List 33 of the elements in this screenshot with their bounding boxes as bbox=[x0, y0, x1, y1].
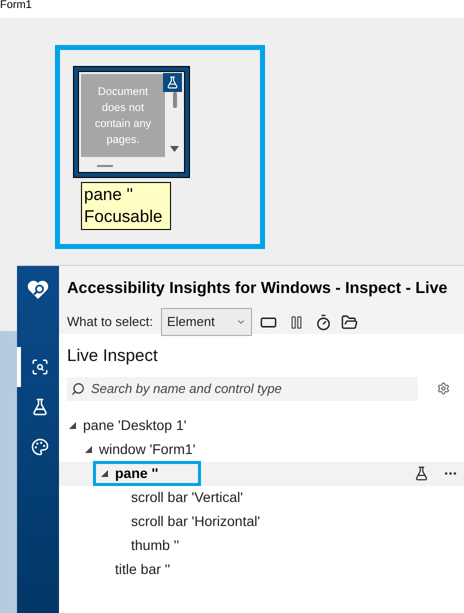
expand-triangle-icon[interactable] bbox=[100, 470, 108, 477]
select-label: What to select: bbox=[67, 313, 153, 332]
inspect-icon bbox=[31, 358, 49, 376]
window-title: Form1 bbox=[0, 0, 32, 10]
search-field[interactable]: Search by name and control type bbox=[67, 376, 418, 400]
select-dropdown[interactable]: Element bbox=[160, 308, 252, 336]
tree-item-label[interactable]: title bar '' bbox=[115, 559, 170, 580]
scroll-thumb bbox=[172, 92, 176, 108]
folder-icon[interactable] bbox=[340, 314, 358, 330]
scroll-down-arrow-icon bbox=[170, 146, 179, 152]
horizontal-scroll-thumb bbox=[97, 165, 113, 167]
flask-icon[interactable] bbox=[414, 466, 429, 481]
settings-icon[interactable] bbox=[437, 382, 450, 395]
expand-triangle-icon[interactable] bbox=[84, 446, 92, 453]
document-message: Document does not contain any pages. bbox=[94, 84, 152, 148]
flask-icon bbox=[31, 398, 49, 416]
tree-item-label[interactable]: pane '' bbox=[115, 463, 158, 484]
section-title: Live Inspect bbox=[67, 345, 159, 367]
expand-triangle-icon[interactable] bbox=[68, 422, 76, 429]
tooltip-line: pane '' bbox=[84, 184, 134, 206]
tree-item-label[interactable]: thumb '' bbox=[131, 535, 180, 556]
tree-item-label[interactable]: pane 'Desktop 1' bbox=[83, 415, 186, 436]
search-icon bbox=[71, 382, 85, 396]
tree-item-label[interactable]: scroll bar 'Vertical' bbox=[131, 487, 243, 508]
tree-item-label[interactable]: window 'Form1' bbox=[99, 439, 196, 460]
logo-icon bbox=[27, 280, 49, 300]
pause-icon[interactable] bbox=[288, 314, 304, 330]
tooltip-line: Focusable bbox=[84, 206, 164, 228]
timer-icon[interactable] bbox=[314, 314, 332, 330]
flask-badge-icon bbox=[163, 73, 182, 92]
palette-icon bbox=[31, 438, 49, 456]
tree-item-label[interactable]: scroll bar 'Horizontal' bbox=[131, 511, 260, 532]
app-title: Accessibility Insights for Windows - Inspect - Live bbox=[67, 279, 448, 299]
